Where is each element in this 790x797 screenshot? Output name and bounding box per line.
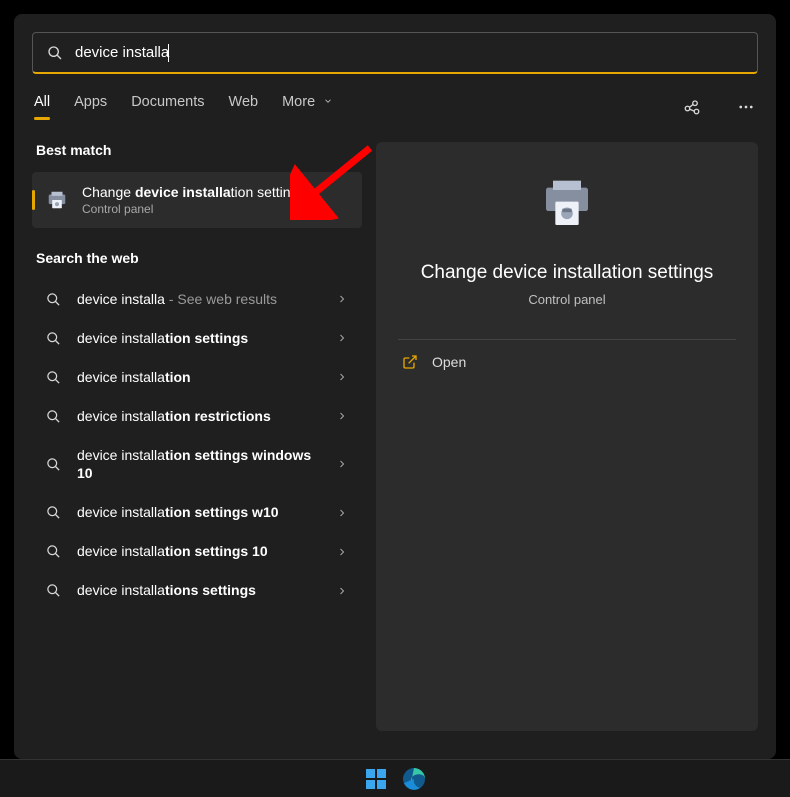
search-icon bbox=[46, 544, 61, 559]
chevron-right-icon bbox=[336, 293, 348, 305]
search-input[interactable]: device installa bbox=[75, 44, 743, 62]
web-result-item[interactable]: device installations settings bbox=[32, 571, 362, 610]
open-label: Open bbox=[432, 354, 466, 370]
web-result-text: device installation restrictions bbox=[77, 407, 320, 426]
best-match-header: Best match bbox=[32, 142, 362, 158]
search-icon bbox=[46, 331, 61, 346]
web-search-header: Search the web bbox=[32, 250, 362, 266]
search-icon bbox=[46, 457, 61, 472]
web-result-text: device installation settings bbox=[77, 329, 320, 348]
web-result-text: device installation settings 10 bbox=[77, 542, 320, 561]
detail-panel: Change device installation settings Cont… bbox=[376, 142, 758, 731]
chevron-right-icon bbox=[336, 332, 348, 344]
web-result-item[interactable]: device installation bbox=[32, 358, 362, 397]
more-icon[interactable] bbox=[736, 97, 756, 117]
web-result-item[interactable]: device installation settings bbox=[32, 319, 362, 358]
chevron-right-icon bbox=[336, 410, 348, 422]
chevron-right-icon bbox=[336, 458, 348, 470]
tab-web[interactable]: Web bbox=[229, 94, 259, 120]
chevron-down-icon bbox=[323, 96, 333, 106]
tab-documents[interactable]: Documents bbox=[131, 94, 204, 120]
search-query-text: device installa bbox=[75, 44, 169, 61]
web-result-text: device installa - See web results bbox=[77, 290, 320, 309]
taskbar bbox=[0, 759, 790, 797]
search-icon bbox=[46, 409, 61, 424]
tab-more[interactable]: More bbox=[282, 94, 333, 120]
search-icon bbox=[46, 292, 61, 307]
web-result-text: device installation settings windows 10 bbox=[77, 446, 320, 484]
open-action[interactable]: Open bbox=[398, 340, 736, 384]
best-match-subtitle: Control panel bbox=[82, 202, 305, 216]
search-icon bbox=[46, 583, 61, 598]
printer-device-icon bbox=[46, 189, 68, 211]
web-result-text: device installations settings bbox=[77, 581, 320, 600]
web-result-text: device installation settings w10 bbox=[77, 503, 320, 522]
web-result-item[interactable]: device installation restrictions bbox=[32, 397, 362, 436]
web-result-item[interactable]: device installa - See web results bbox=[32, 280, 362, 319]
tab-more-label: More bbox=[282, 94, 315, 110]
text-cursor bbox=[168, 44, 169, 62]
tab-all[interactable]: All bbox=[34, 94, 50, 120]
search-icon bbox=[46, 505, 61, 520]
detail-title: Change device installation settings bbox=[421, 262, 714, 284]
web-result-item[interactable]: device installation settings windows 10 bbox=[32, 436, 362, 494]
open-external-icon bbox=[402, 354, 418, 370]
windows-start-icon[interactable] bbox=[364, 767, 388, 791]
printer-device-icon bbox=[539, 176, 595, 232]
chevron-right-icon bbox=[336, 507, 348, 519]
edge-browser-icon[interactable] bbox=[402, 767, 426, 791]
tab-apps[interactable]: Apps bbox=[74, 94, 107, 120]
chevron-right-icon bbox=[336, 546, 348, 558]
detail-subtitle: Control panel bbox=[528, 292, 605, 307]
web-result-item[interactable]: device installation settings 10 bbox=[32, 532, 362, 571]
best-match-result[interactable]: Change device installation settings Cont… bbox=[32, 172, 362, 228]
web-result-text: device installation bbox=[77, 368, 320, 387]
web-result-item[interactable]: device installation settings w10 bbox=[32, 493, 362, 532]
start-search-panel: device installa All Apps Documents Web M… bbox=[14, 14, 776, 759]
share-icon[interactable] bbox=[682, 97, 702, 117]
search-icon bbox=[47, 45, 63, 61]
chevron-right-icon bbox=[336, 371, 348, 383]
best-match-title: Change device installation settings bbox=[82, 184, 305, 200]
search-bar[interactable]: device installa bbox=[32, 32, 758, 74]
filter-tabs: All Apps Documents Web More bbox=[32, 94, 758, 120]
chevron-right-icon bbox=[336, 585, 348, 597]
search-icon bbox=[46, 370, 61, 385]
